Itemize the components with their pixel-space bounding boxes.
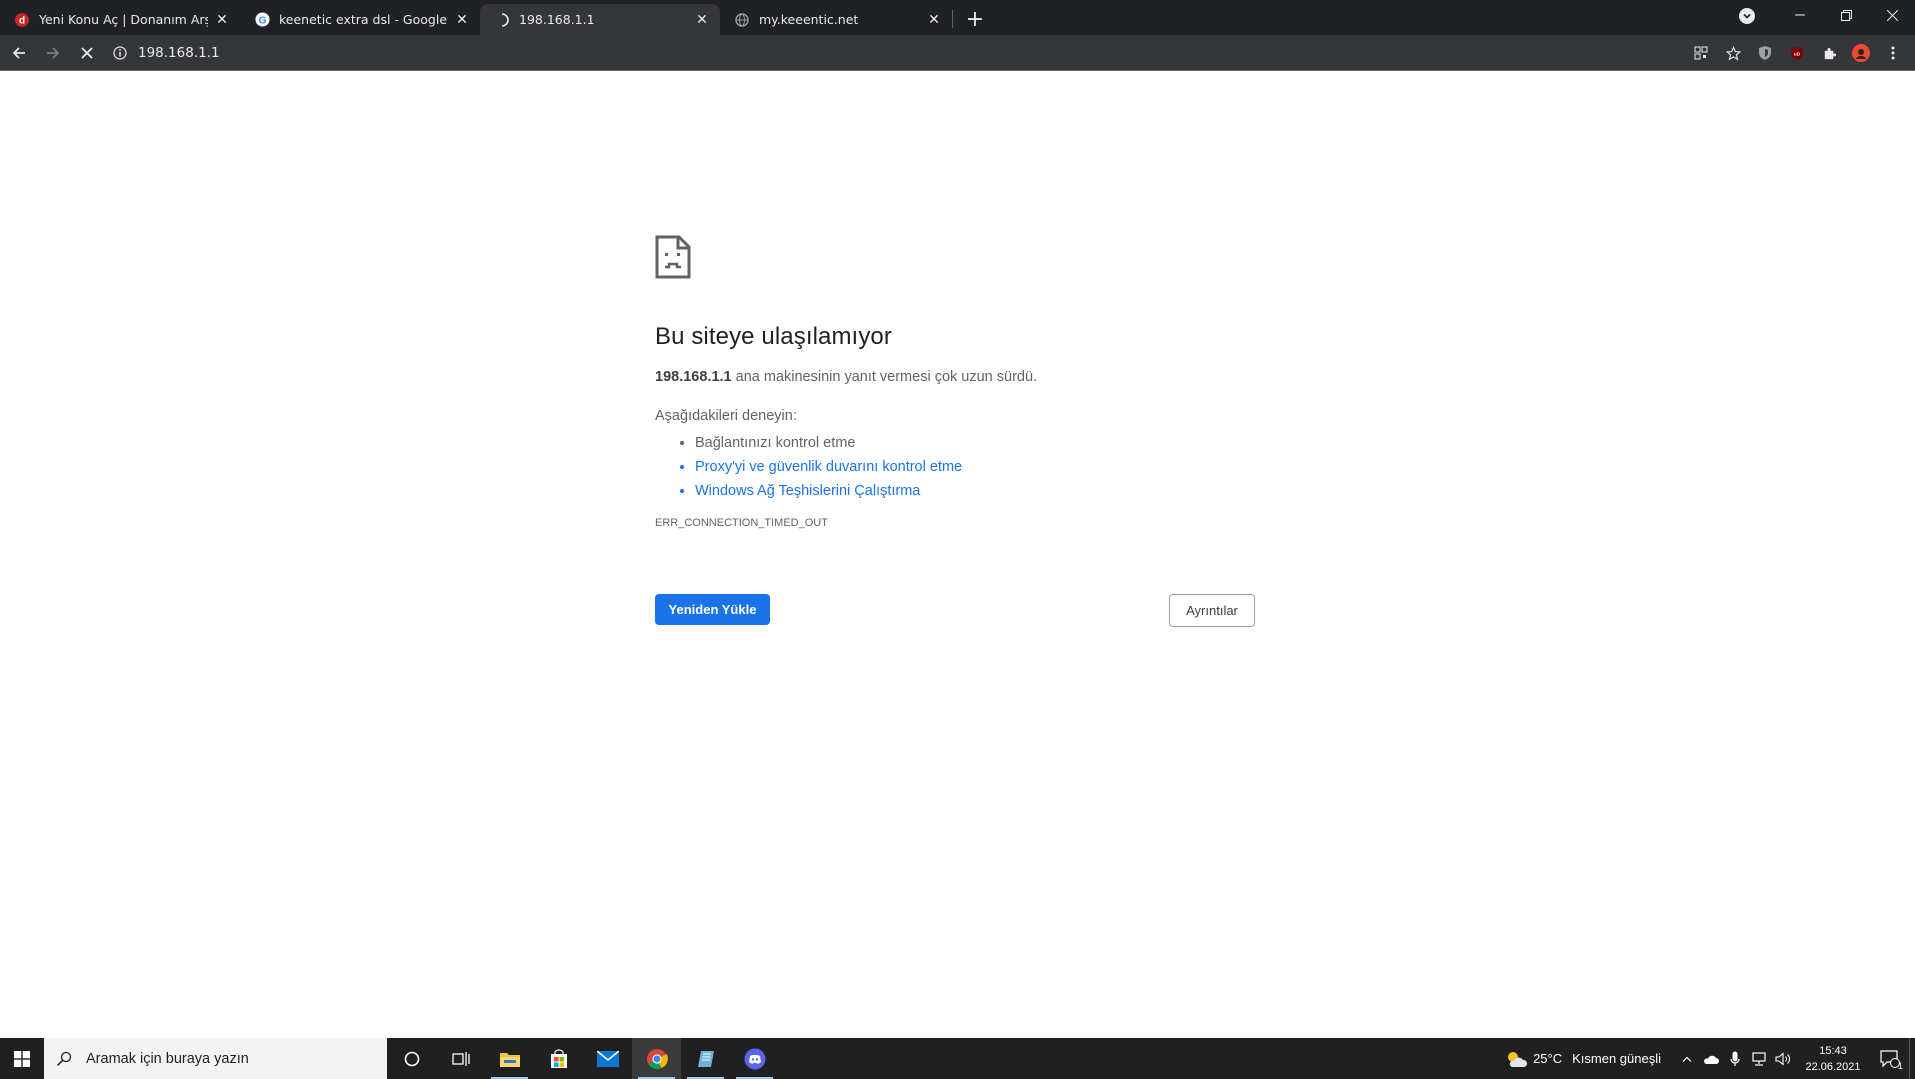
weather-description: Kısmen güneşli bbox=[1572, 1051, 1661, 1066]
taskbar-mail[interactable] bbox=[583, 1038, 632, 1079]
bookmark-star-icon[interactable] bbox=[1717, 38, 1749, 68]
svg-text:uD: uD bbox=[1794, 51, 1801, 56]
microphone-icon[interactable] bbox=[1723, 1038, 1747, 1079]
minimize-button[interactable] bbox=[1777, 0, 1823, 30]
taskbar-discord[interactable] bbox=[730, 1038, 779, 1079]
tab-google-search[interactable]: G keenetic extra dsl - Google'da Ar ✕ bbox=[240, 4, 480, 35]
window-controls bbox=[1777, 0, 1915, 30]
suggestion-check-proxy-link[interactable]: Proxy'yi ve güvenlik duvarını kontrol et… bbox=[695, 455, 1255, 479]
try-heading: Aşağıdakileri deneyin: bbox=[655, 408, 797, 424]
search-icon bbox=[56, 1051, 72, 1066]
suggestion-check-connection: Bağlantınızı kontrol etme bbox=[695, 431, 1255, 455]
error-title: Bu siteye ulaşılamıyor bbox=[655, 323, 892, 350]
address-bar[interactable]: 198.168.1.1 bbox=[106, 39, 1786, 67]
tab-active-198[interactable]: 198.168.1.1 ✕ bbox=[480, 4, 720, 35]
discord-icon bbox=[744, 1048, 765, 1069]
error-panel: Bu siteye ulaşılamıyor 198.168.1.1 ana m… bbox=[655, 235, 1255, 529]
globe-icon bbox=[734, 12, 750, 28]
google-icon: G bbox=[254, 12, 270, 28]
cortana-button[interactable] bbox=[387, 1038, 436, 1079]
taskbar-file-explorer[interactable] bbox=[485, 1038, 534, 1079]
chrome-menu-icon[interactable] bbox=[1877, 38, 1909, 68]
start-button[interactable] bbox=[0, 1038, 44, 1079]
notepad-icon bbox=[697, 1050, 714, 1067]
task-view-icon bbox=[451, 1051, 470, 1066]
taskbar-notepad-app[interactable] bbox=[681, 1038, 730, 1079]
windows-taskbar: Aramak için buraya yazın 25°C Kısmen gün… bbox=[0, 1038, 1915, 1079]
taskbar-chrome[interactable] bbox=[632, 1038, 681, 1079]
error-code: ERR_CONNECTION_TIMED_OUT bbox=[655, 517, 828, 529]
page-content: Bu siteye ulaşılamıyor 198.168.1.1 ana m… bbox=[0, 71, 1915, 1038]
clock-time: 15:43 bbox=[1819, 1044, 1847, 1057]
tab-donanimarsivi[interactable]: d Yeni Konu Aç | Donanım Arşivi Fo ✕ bbox=[0, 4, 240, 35]
site-info-icon[interactable] bbox=[106, 46, 134, 60]
close-window-button[interactable] bbox=[1869, 0, 1915, 30]
cortana-circle-icon bbox=[404, 1051, 419, 1066]
forward-button[interactable] bbox=[36, 38, 70, 68]
folder-icon bbox=[499, 1052, 520, 1067]
profile-avatar-icon[interactable] bbox=[1845, 38, 1877, 68]
donanimarsivi-icon: d bbox=[14, 12, 30, 28]
weather-widget[interactable]: 25°C Kısmen güneşli bbox=[1505, 1050, 1661, 1068]
system-tray: 25°C Kısmen güneşli 15:43 22.06.2021 1 bbox=[1505, 1038, 1915, 1079]
task-view-button[interactable] bbox=[436, 1038, 485, 1079]
restore-button[interactable] bbox=[1823, 0, 1869, 30]
tab-strip: d Yeni Konu Aç | Donanım Arşivi Fo ✕ G k… bbox=[0, 0, 1915, 35]
tab-search-icon[interactable] bbox=[1739, 8, 1755, 24]
error-host: 198.168.1.1 bbox=[655, 369, 732, 385]
clock-date: 22.06.2021 bbox=[1805, 1060, 1861, 1073]
onedrive-cloud-icon[interactable] bbox=[1699, 1038, 1723, 1079]
tab-title: my.keeentic.net bbox=[759, 12, 859, 27]
weather-temperature: 25°C bbox=[1533, 1051, 1563, 1066]
show-hidden-icons-chevron-icon[interactable] bbox=[1675, 1038, 1699, 1079]
taskbar-clock[interactable]: 15:43 22.06.2021 bbox=[1801, 1043, 1865, 1075]
qr-code-icon[interactable] bbox=[1685, 38, 1717, 68]
tab-title: keenetic extra dsl - Google'da Ar bbox=[279, 12, 448, 27]
store-bag-icon bbox=[550, 1048, 567, 1068]
stop-x-icon bbox=[81, 46, 93, 59]
action-center-button[interactable]: 1 bbox=[1871, 1038, 1909, 1079]
new-tab-button[interactable]: + bbox=[961, 5, 989, 33]
extensions-puzzle-icon[interactable] bbox=[1813, 38, 1845, 68]
svg-text:G: G bbox=[258, 15, 266, 26]
back-arrow-icon bbox=[12, 46, 25, 59]
sad-document-icon bbox=[655, 235, 691, 279]
close-tab-icon[interactable]: ✕ bbox=[214, 12, 230, 28]
loading-spinner-icon bbox=[494, 12, 510, 28]
show-desktop-button[interactable] bbox=[1909, 1038, 1915, 1079]
svg-text:d: d bbox=[19, 15, 25, 26]
url-text[interactable]: 198.168.1.1 bbox=[138, 45, 220, 61]
chrome-logo-icon bbox=[646, 1048, 668, 1069]
error-message-text: ana makinesinin yanıt vermesi çok uzun s… bbox=[731, 369, 1038, 385]
browser-toolbar: 198.168.1.1 uD bbox=[0, 35, 1915, 71]
tab-title: 198.168.1.1 bbox=[519, 12, 595, 27]
network-icon[interactable] bbox=[1747, 1038, 1771, 1079]
partly-sunny-icon bbox=[1508, 1051, 1528, 1067]
volume-speaker-icon[interactable] bbox=[1771, 1038, 1795, 1079]
suggestion-list: Bağlantınızı kontrol etme Proxy'yi ve gü… bbox=[655, 431, 1255, 503]
tab-keeentic[interactable]: my.keeentic.net ✕ bbox=[720, 4, 952, 35]
shield-extension-icon[interactable] bbox=[1749, 38, 1781, 68]
mail-envelope-icon bbox=[596, 1050, 619, 1067]
reload-button[interactable]: Yeniden Yükle bbox=[655, 594, 770, 625]
details-button[interactable]: Ayrıntılar bbox=[1169, 594, 1255, 627]
taskbar-search-box[interactable]: Aramak için buraya yazın bbox=[44, 1038, 387, 1079]
windows-logo-icon bbox=[14, 1050, 30, 1067]
tab-title: Yeni Konu Aç | Donanım Arşivi Fo bbox=[39, 12, 208, 27]
close-tab-icon[interactable]: ✕ bbox=[694, 12, 710, 28]
tab-separator bbox=[952, 10, 953, 28]
notification-count: 1 bbox=[1897, 1061, 1903, 1071]
stop-loading-button[interactable] bbox=[70, 38, 104, 68]
toolbar-actions: uD bbox=[1685, 38, 1909, 68]
taskbar-microsoft-store[interactable] bbox=[534, 1038, 583, 1079]
search-placeholder: Aramak için buraya yazın bbox=[86, 1050, 249, 1067]
ublock-origin-icon[interactable]: uD bbox=[1781, 38, 1813, 68]
suggestion-network-diagnostics-link[interactable]: Windows Ağ Teşhislerini Çalıştırma bbox=[695, 479, 1255, 503]
close-tab-icon[interactable]: ✕ bbox=[926, 12, 942, 28]
error-message: 198.168.1.1 ana makinesinin yanıt vermes… bbox=[655, 367, 1255, 387]
back-button[interactable] bbox=[2, 38, 36, 68]
forward-arrow-icon bbox=[47, 46, 60, 59]
close-tab-icon[interactable]: ✕ bbox=[454, 12, 470, 28]
